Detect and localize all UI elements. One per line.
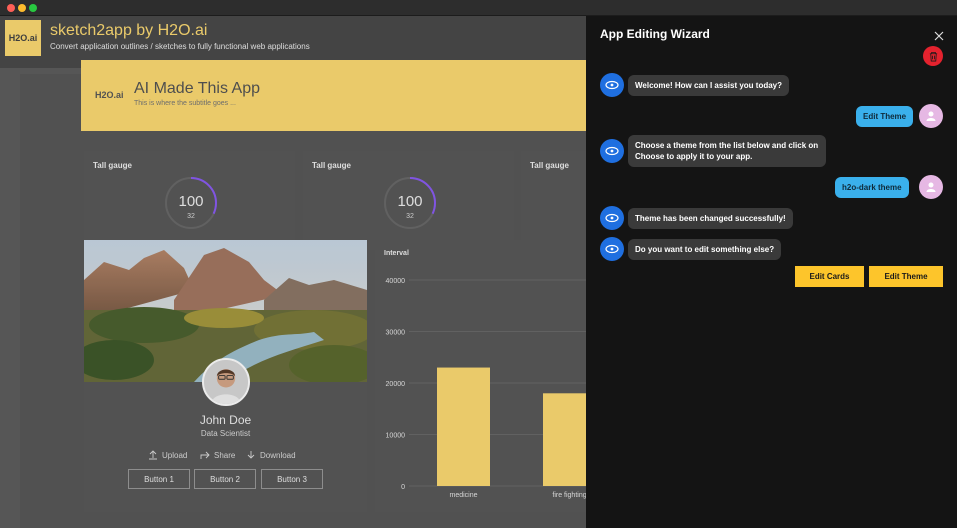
wizard-panel: App Editing Wizard Welcome! How can I as… [586, 16, 957, 528]
gauge-aux-value: 32 [406, 213, 414, 220]
gauge-card-3: Tall gauge [521, 151, 586, 250]
hero-subtitle: This is where the subtitle goes ... [134, 100, 236, 107]
download-action[interactable]: Download [246, 450, 296, 460]
minimize-window-button[interactable] [18, 4, 26, 12]
window-titlebar [0, 0, 957, 16]
download-icon [247, 451, 255, 459]
profile-card: John Doe Data Scientist Upload Share Dow… [84, 240, 367, 512]
gauge-card-1: Tall gauge 100 32 [84, 151, 295, 250]
bot-message: Do you want to edit something else? [628, 239, 782, 260]
gauge-aux-value: 32 [187, 213, 195, 220]
avatar [202, 358, 250, 406]
y-tick-label: 20000 [386, 381, 406, 388]
share-action[interactable]: Share [200, 450, 235, 460]
bar [437, 367, 490, 486]
hero-header-card: H2O.ai AI Made This App This is where th… [81, 60, 586, 131]
close-window-button[interactable] [7, 4, 15, 12]
gauge-title: Tall gauge [530, 161, 569, 170]
bot-icon [605, 80, 619, 90]
share-label: Share [214, 450, 236, 460]
user-message: Edit Theme [856, 106, 914, 127]
button-1[interactable]: Button 1 [128, 469, 190, 489]
app-title: sketch2app by H2O.ai [50, 22, 208, 39]
bot-message: Choose a theme from the list below and c… [628, 135, 826, 167]
y-tick-label: 40000 [386, 278, 406, 285]
bot-avatar [600, 73, 624, 97]
app-logo: H2O.ai [5, 20, 41, 56]
bot-avatar [600, 237, 624, 261]
upload-action[interactable]: Upload [148, 450, 187, 460]
bot-message: Theme has been changed successfully! [628, 208, 793, 229]
gauge-title: Tall gauge [312, 161, 351, 170]
delete-button[interactable] [923, 46, 943, 66]
bot-icon [605, 244, 619, 254]
edit-theme-button[interactable]: Edit Theme [869, 266, 943, 287]
interval-chart-card: Interval 40000 30000 20000 10000 0 medicine fi… [375, 240, 586, 512]
bot-icon [605, 146, 619, 156]
gauge-card-2: Tall gauge 100 32 [303, 151, 514, 250]
trash-icon [929, 51, 937, 61]
y-tick-label: 30000 [386, 330, 406, 337]
user-avatar [919, 175, 943, 199]
x-tick-label: medicine [449, 492, 477, 499]
profile-name: John Doe [199, 413, 252, 427]
button-3[interactable]: Button 3 [261, 469, 323, 489]
download-label: Download [260, 450, 296, 460]
upload-label: Upload [162, 450, 188, 460]
hero-title: AI Made This App [134, 80, 260, 97]
user-message: h2o-dark theme [835, 177, 909, 198]
profile-role: Data Scientist [200, 429, 251, 438]
bot-icon [605, 213, 619, 223]
bot-message: Welcome! How can I assist you today? [628, 75, 789, 96]
wizard-title: App Editing Wizard [600, 27, 710, 41]
button-2[interactable]: Button 2 [194, 469, 256, 489]
y-tick-label: 10000 [386, 433, 406, 440]
user-icon [926, 182, 936, 192]
app-subtitle: Convert application outlines / sketches … [50, 42, 310, 51]
x-tick-label: fire fighting [552, 492, 586, 499]
user-avatar [919, 104, 943, 128]
interval-chart: 40000 30000 20000 10000 0 medicine fire fighti… [386, 278, 586, 499]
gauge-value: 100 [178, 193, 204, 210]
close-icon[interactable] [933, 30, 945, 42]
edit-cards-button[interactable]: Edit Cards [795, 266, 864, 287]
y-tick-label: 0 [401, 484, 405, 491]
bar [543, 393, 586, 486]
bot-avatar [600, 206, 624, 230]
gauge-title: Tall gauge [93, 161, 132, 170]
bot-avatar [600, 139, 624, 163]
upload-icon [149, 450, 157, 460]
maximize-window-button[interactable] [29, 4, 37, 12]
share-icon [200, 451, 210, 459]
gauge-value: 100 [397, 193, 423, 210]
user-icon [926, 111, 936, 121]
hero-logo: H2O.ai [95, 90, 124, 100]
